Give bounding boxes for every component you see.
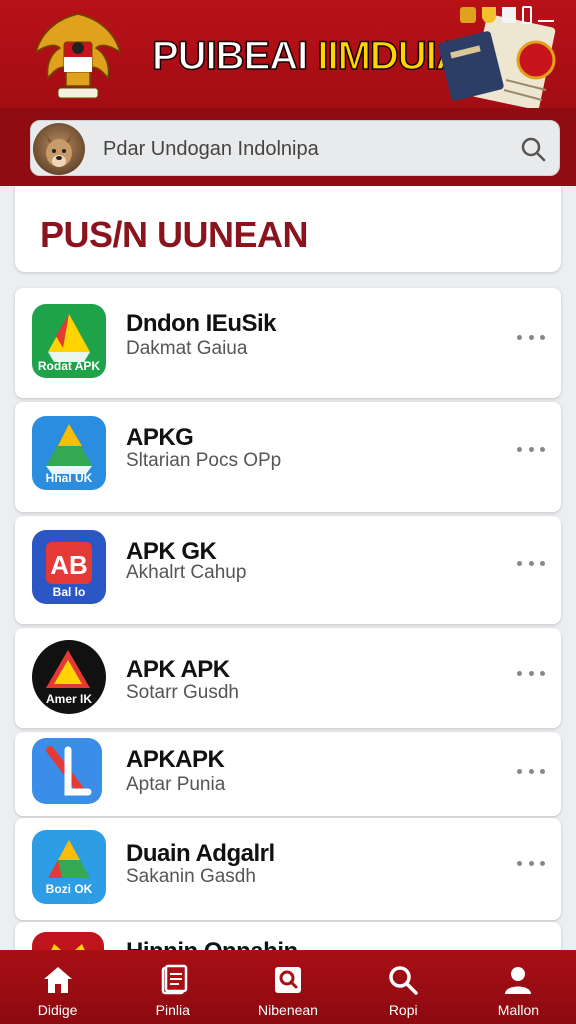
app-subtitle: Sakanin Gasdh <box>126 866 256 887</box>
nav-item-profile[interactable]: Mallon <box>461 950 576 1024</box>
garuda-emblem-icon <box>34 13 122 99</box>
section-title: PUS/N UUNEAN <box>40 214 309 255</box>
app-name: Dndon IEuSik <box>126 310 277 337</box>
profile-icon <box>505 967 532 994</box>
search-box-icon <box>275 967 301 993</box>
app-icon: Bozi OK <box>32 830 106 904</box>
app-name: APK APK <box>126 656 230 683</box>
list-item[interactable]: Bozi OK Duain Adgalrl Sakanin Gasdh <box>15 818 561 920</box>
header-banner: PUIBEAI IIMDUIAIA <box>0 0 576 108</box>
crest-icon <box>460 7 476 23</box>
app-icon-label: Amer IK <box>45 692 92 706</box>
more-options-icon[interactable] <box>517 332 545 342</box>
signal-icon <box>538 8 554 22</box>
more-options-icon[interactable] <box>517 766 545 776</box>
list-item[interactable]: AB Bal lo APK GK Akhalrt Cahup <box>15 516 561 624</box>
nav-item-documents[interactable]: Pinlia <box>115 950 230 1024</box>
search-icon[interactable] <box>519 135 547 163</box>
nav-item-browse[interactable]: Nibenean <box>230 950 345 1024</box>
home-icon <box>43 967 72 993</box>
nav-label: Nibenean <box>258 1002 318 1018</box>
shield-icon <box>482 7 496 23</box>
battery-icon <box>522 6 532 24</box>
app-name: Duain Adgalrl <box>126 840 275 867</box>
app-icon-label: Bozi OK <box>45 882 93 896</box>
app-name: APKAPK <box>126 746 225 773</box>
nav-label: Ropi <box>388 1002 418 1018</box>
svg-text:AB: AB <box>50 550 88 580</box>
list-item[interactable]: APKAPK Aptar Punia <box>15 732 561 816</box>
more-options-icon[interactable] <box>517 668 545 678</box>
app-icon-label: Bal lo <box>52 585 86 599</box>
app-logo-icon <box>46 746 92 796</box>
book-icon <box>502 7 516 23</box>
dog-avatar-icon <box>45 133 73 167</box>
app-subtitle: Sotarr Gusdh <box>126 682 239 703</box>
app-icon-label: Hhal UK <box>45 471 93 485</box>
nav-item-home[interactable]: Didige <box>0 950 115 1024</box>
app-icon <box>32 738 102 804</box>
more-options-icon[interactable] <box>517 558 545 568</box>
nav-label: Mallon <box>497 1002 540 1018</box>
app-subtitle: Sltarian Pocs OPp <box>126 450 282 471</box>
search-value: Pdar Undogan Indolnipa <box>103 138 319 160</box>
list-item[interactable]: Rodat APK Dndon IEuSik Dakmat Gaiua <box>15 288 561 398</box>
more-options-icon[interactable] <box>517 444 545 454</box>
status-bar <box>460 6 554 24</box>
section-header: PUS/N UUNEAN <box>15 186 561 272</box>
app-icon: Amer IK <box>32 640 106 714</box>
title-part-1: PUIBEAI <box>151 34 309 78</box>
app-icon: Hhal UK <box>32 416 106 490</box>
nav-label: Didige <box>37 1002 78 1018</box>
app-icon: Rodat APK <box>32 304 106 378</box>
avatar[interactable] <box>33 123 85 175</box>
app-icon: AB Bal lo <box>32 530 106 604</box>
app-subtitle: Aptar Punia <box>126 774 226 795</box>
list-item[interactable]: Amer IK APK APK Sotarr Gusdh <box>15 628 561 728</box>
list-item[interactable]: Hhal UK APKG Sltarian Pocs OPp <box>15 402 561 512</box>
app-subtitle: Dakmat Gaiua <box>126 338 248 359</box>
app-subtitle: Akhalrt Cahup <box>126 562 247 583</box>
search-input[interactable]: Pdar Undogan Indolnipa <box>30 120 560 176</box>
bottom-navigation: Didige Pinlia Nibenean Ropi Mallon <box>0 950 576 1024</box>
nav-label: Pinlia <box>155 1002 190 1018</box>
document-icon <box>161 964 188 995</box>
app-icon-label: Rodat APK <box>37 359 101 373</box>
app-name: APKG <box>126 424 194 451</box>
search-bar-container: Pdar Undogan Indolnipa <box>0 108 576 186</box>
nav-item-search[interactable]: Ropi <box>346 950 461 1024</box>
search-icon <box>389 966 418 995</box>
more-options-icon[interactable] <box>517 858 545 868</box>
